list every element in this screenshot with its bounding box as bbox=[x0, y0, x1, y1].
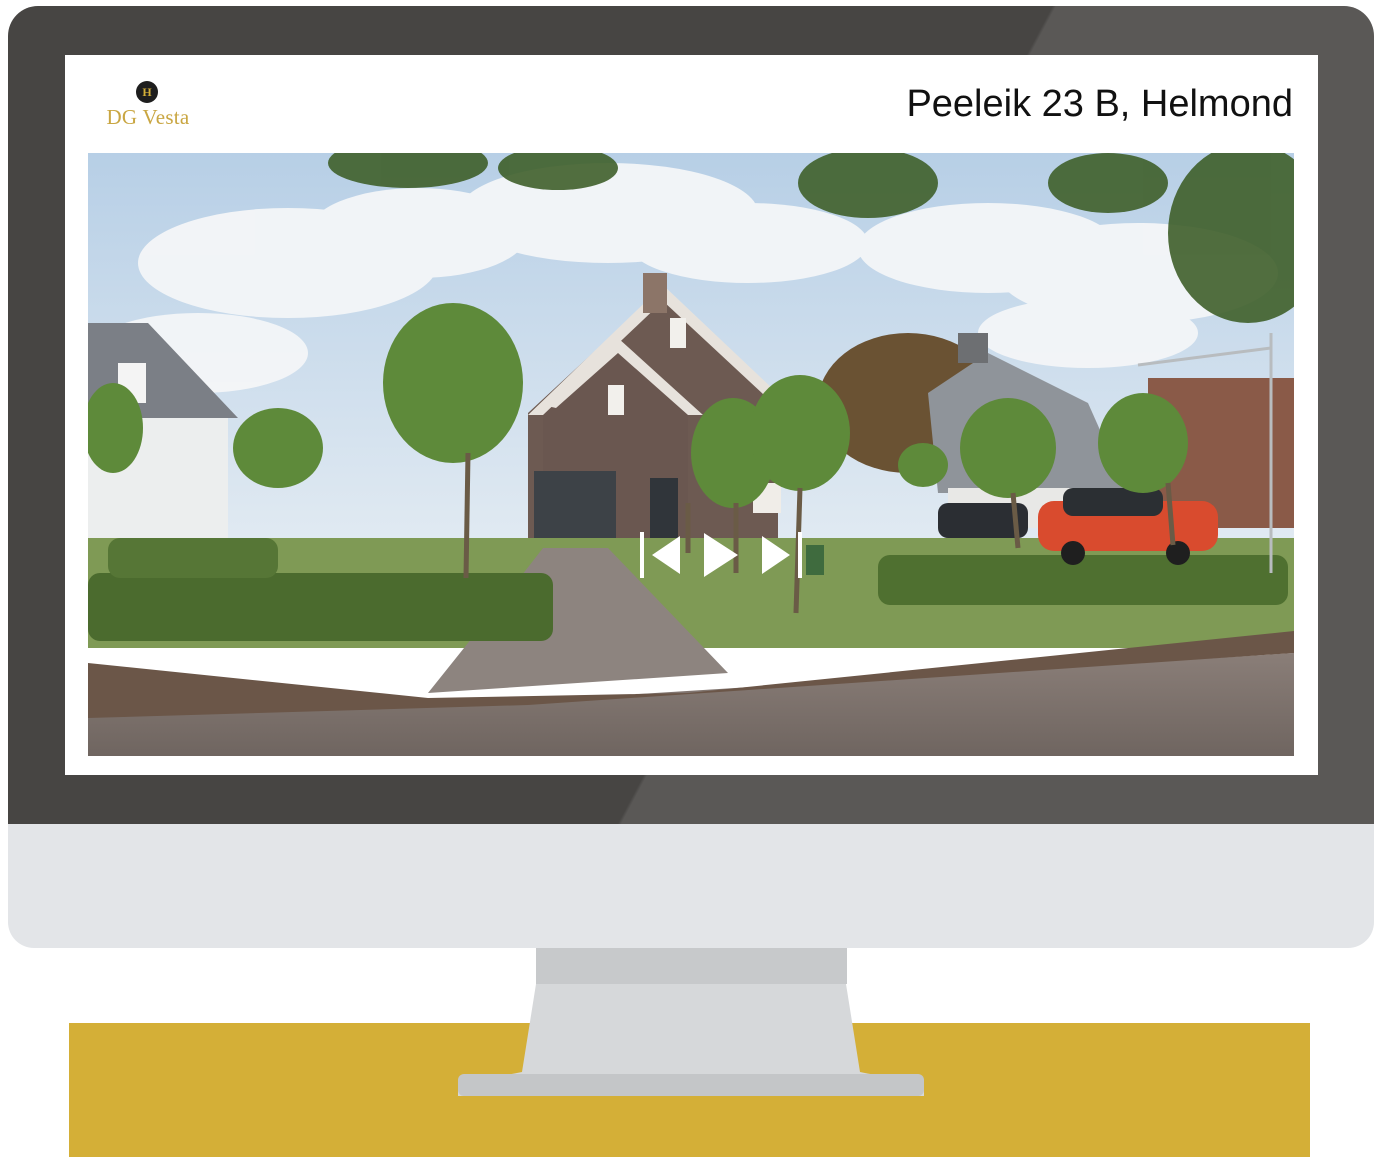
media-controls bbox=[640, 531, 802, 579]
monitor-neck bbox=[536, 948, 847, 984]
play-icon[interactable] bbox=[702, 531, 740, 579]
monitor-screen: H DG Vesta Peeleik 23 B, Helmond bbox=[65, 55, 1318, 775]
monitor-stand bbox=[458, 984, 924, 1096]
skip-previous-icon[interactable] bbox=[640, 532, 682, 578]
brand-monogram-icon: H bbox=[136, 81, 158, 103]
house-photo-image bbox=[88, 153, 1294, 756]
listing-address: Peeleik 23 B, Helmond bbox=[906, 83, 1293, 125]
property-photo[interactable] bbox=[88, 153, 1294, 756]
monitor-chin bbox=[8, 824, 1374, 948]
brand-logo[interactable]: H DG Vesta bbox=[88, 81, 198, 133]
skip-next-icon[interactable] bbox=[760, 532, 802, 578]
brand-name: DG Vesta bbox=[106, 105, 190, 129]
